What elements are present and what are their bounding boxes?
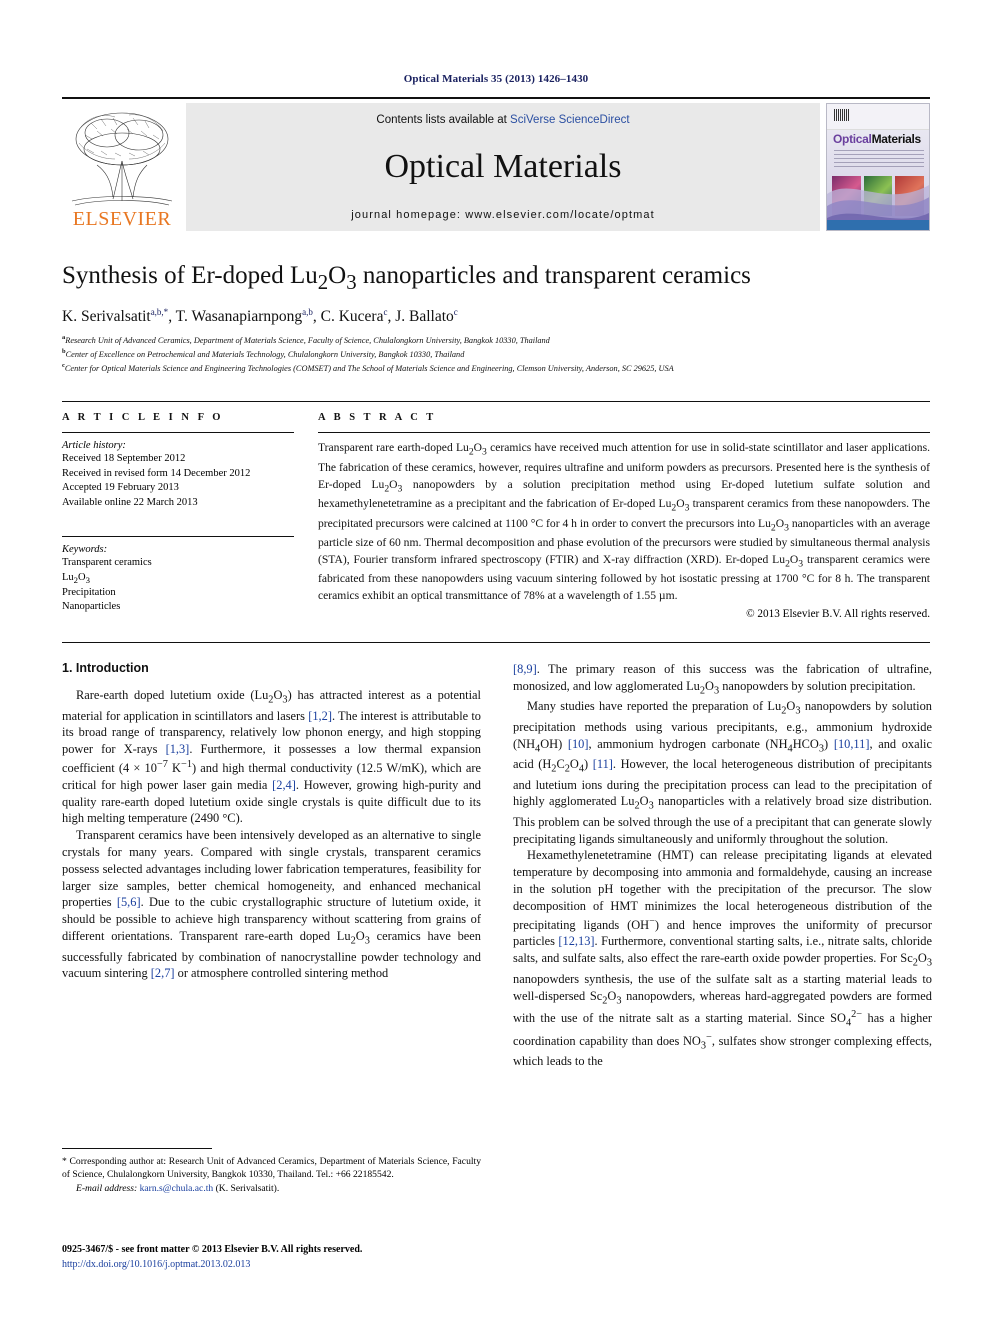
- paragraph: [8,9]. The primary reason of this succes…: [513, 662, 932, 697]
- abstract-text: Transparent rare earth-doped Lu2O3 ceram…: [318, 441, 930, 603]
- cover-barcode-icon: [834, 109, 850, 121]
- author-item: J. Ballatoc: [395, 306, 458, 325]
- affiliation-text: Center of Excellence on Petrochemical an…: [65, 349, 465, 359]
- author-affil-mark: c: [383, 306, 388, 317]
- email-link[interactable]: karn.s@chula.ac.th: [140, 1183, 214, 1194]
- paragraph: Many studies have reported the preparati…: [513, 699, 933, 846]
- author-name: C. Kucera: [320, 307, 384, 325]
- author-name: K. Serivalsatit: [62, 307, 151, 325]
- divider: [62, 536, 294, 538]
- article-history-title: Article history:: [62, 440, 126, 452]
- affiliation-item: bCenter of Excellence on Petrochemical a…: [62, 347, 930, 361]
- cover-footer-band: [827, 220, 929, 230]
- citation-ref[interactable]: [1,2]: [308, 709, 332, 723]
- email-note: E-mail address: karn.s@chula.ac.th (K. S…: [62, 1182, 481, 1195]
- affiliation-list: aResearch Unit of Advanced Ceramics, Dep…: [62, 333, 930, 376]
- citation-ref[interactable]: [10]: [568, 737, 589, 751]
- doi-link[interactable]: http://dx.doi.org/10.1016/j.optmat.2013.…: [62, 1258, 562, 1273]
- elsevier-tree-icon: [67, 109, 177, 209]
- article-history-item: Received 18 September 2012: [62, 453, 186, 465]
- abstract-heading: A B S T R A C T: [318, 412, 437, 424]
- affiliation-text: Research Unit of Advanced Ceramics, Depa…: [65, 335, 550, 345]
- article-history-item: Accepted 19 February 2013: [62, 482, 179, 494]
- author-affil-mark: a,b: [302, 306, 313, 317]
- body-column-right: [8,9]. The primary reason of this succes…: [513, 661, 932, 1070]
- title-block: Synthesis of Er-doped Lu2O3 nanoparticle…: [62, 261, 930, 375]
- affiliation-item: aResearch Unit of Advanced Ceramics, Dep…: [62, 333, 930, 347]
- footnote-divider: [62, 1148, 212, 1149]
- keyword-item: Lu2O3: [62, 571, 91, 585]
- keyword-item: Nanoparticles: [62, 601, 121, 613]
- author-list: K. Serivalsatita,b,*, T. Wasanapiarnpong…: [62, 306, 458, 325]
- keyword-item: Precipitation: [62, 586, 116, 598]
- author-item: C. Kucerac: [320, 306, 388, 325]
- author-name: J. Ballato: [395, 307, 454, 325]
- footnote-block: * Corresponding author at: Research Unit…: [62, 1148, 481, 1195]
- author-affil-mark: c: [453, 306, 458, 317]
- elsevier-logo: ELSEVIER: [62, 103, 182, 231]
- page-title: Synthesis of Er-doped Lu2O3 nanoparticle…: [62, 262, 751, 294]
- citation-ref[interactable]: [5,6]: [117, 895, 141, 909]
- masthead-center: Contents lists available at SciVerse Sci…: [186, 103, 820, 231]
- citation-ref[interactable]: [10,11]: [834, 737, 870, 751]
- journal-masthead: ELSEVIER Contents lists available at Sci…: [62, 97, 930, 231]
- running-head: Optical Materials 35 (2013) 1426–1430: [403, 73, 589, 85]
- author-item: T. Wasanapiarnponga,b: [175, 306, 313, 325]
- keyword-item: Transparent ceramics: [62, 557, 152, 569]
- body-column-left: 1. Introduction Rare-earth doped lutetiu…: [62, 661, 481, 1070]
- paragraph: Hexamethylenetetramine (HMT) can release…: [513, 848, 933, 1069]
- email-label: E-mail address:: [76, 1182, 138, 1194]
- keywords-block: Keywords: Transparent ceramics Lu2O3 Pre…: [62, 536, 294, 615]
- affiliation-item: cCenter for Optical Materials Science an…: [62, 361, 930, 375]
- paragraph: Rare-earth doped lutetium oxide (Lu2O3) …: [62, 688, 482, 826]
- contents-line: Contents lists available at SciVerse Sci…: [376, 114, 629, 126]
- page-footer: 0925-3467/$ - see front matter © 2013 El…: [62, 1243, 562, 1272]
- abstract-copyright: © 2013 Elsevier B.V. All rights reserved…: [746, 608, 930, 621]
- article-info-heading: A R T I C L E I N F O: [62, 412, 224, 424]
- citation-ref[interactable]: [2,7]: [151, 966, 175, 980]
- author-item: K. Serivalsatita,b,*: [62, 306, 169, 325]
- section-heading: 1. Introduction: [62, 661, 149, 676]
- paragraph: Transparent ceramics have been intensive…: [62, 828, 481, 981]
- abstract-column: A B S T R A C T Transparent rare earth-d…: [312, 412, 930, 620]
- divider: [62, 432, 294, 434]
- issn-copyright-line: 0925-3467/$ - see front matter © 2013 El…: [62, 1244, 363, 1255]
- sciencedirect-link[interactable]: SciVerse ScienceDirect: [510, 114, 630, 126]
- journal-cover-thumbnail: OpticalMaterials: [826, 103, 930, 231]
- elsevier-wordmark: ELSEVIER: [72, 208, 172, 230]
- article-body: 1. Introduction Rare-earth doped lutetiu…: [62, 642, 932, 1070]
- cover-title: OpticalMaterials: [833, 132, 921, 146]
- citation-ref[interactable]: [11]: [593, 757, 613, 771]
- info-abstract-band: A R T I C L E I N F O Article history: R…: [62, 401, 930, 620]
- article-history-item: Received in revised form 14 December 201…: [62, 467, 251, 479]
- journal-homepage[interactable]: journal homepage: www.elsevier.com/locat…: [351, 209, 655, 221]
- cover-title-word-a: Optical: [833, 132, 872, 146]
- citation-ref[interactable]: [12,13]: [558, 934, 594, 948]
- journal-title: Optical Materials: [384, 147, 622, 185]
- email-owner: (K. Serivalsatit).: [215, 1182, 280, 1194]
- corresponding-author-note: * Corresponding author at: Research Unit…: [62, 1156, 481, 1181]
- author-affil-mark: a,b,*: [150, 306, 169, 317]
- article-page: Optical Materials 35 (2013) 1426–1430 EL…: [0, 0, 992, 1323]
- article-info-column: A R T I C L E I N F O Article history: R…: [62, 412, 312, 620]
- citation-ref[interactable]: [2,4]: [272, 778, 296, 792]
- cover-title-word-b: Materials: [871, 132, 922, 146]
- affiliation-text: Center for Optical Materials Science and…: [64, 363, 674, 373]
- divider: [318, 432, 930, 434]
- citation-ref[interactable]: [8,9]: [513, 662, 537, 676]
- keywords-title: Keywords:: [62, 544, 108, 556]
- article-history-item: Available online 22 March 2013: [62, 496, 198, 508]
- contents-prefix: Contents lists available at: [376, 114, 511, 126]
- citation-ref[interactable]: [1,3]: [166, 742, 190, 756]
- author-name: T. Wasanapiarnpong: [175, 307, 303, 325]
